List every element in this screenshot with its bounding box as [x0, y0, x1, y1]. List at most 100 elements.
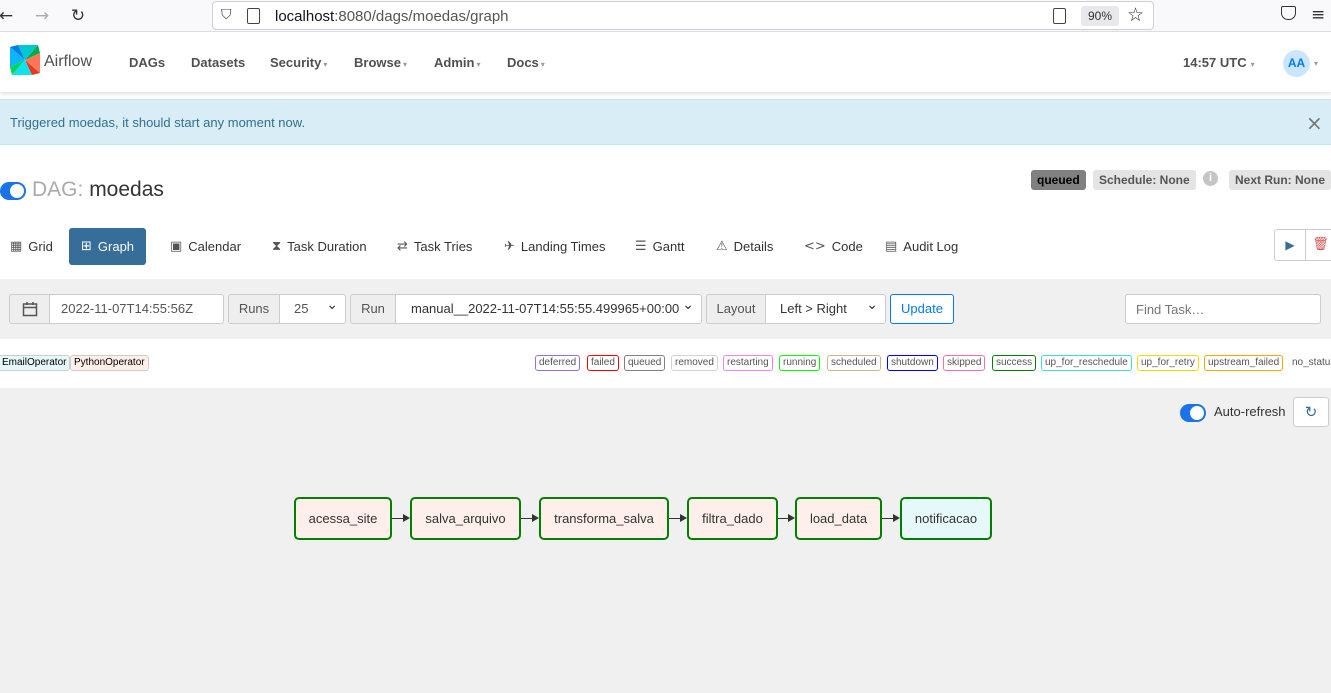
legend-python-operator[interactable]: PythonOperator [70, 355, 149, 371]
trigger-dag-play-icon[interactable]: ▶ [1275, 230, 1305, 260]
legend-email-operator[interactable]: EmailOperator [0, 355, 71, 371]
legend-state-deferred[interactable]: deferred [535, 355, 581, 371]
plane-landing-icon: ✈ [504, 239, 515, 254]
dag-run-select[interactable]: manual__2022-11-07T14:55:55.499965+00:00 [395, 291, 702, 324]
legend-state-success[interactable]: success [992, 355, 1037, 371]
pocket-icon[interactable] [1281, 6, 1296, 20]
url-text[interactable]: localhost:8080/dags/moedas/graph [275, 8, 509, 25]
tab-gantt[interactable]: ☰ Gantt [635, 228, 684, 265]
close-icon[interactable]: × [1306, 111, 1323, 135]
legend-state-up-for-retry[interactable]: up_for_retry [1137, 355, 1199, 371]
gantt-icon: ☰ [635, 239, 647, 254]
task-node-acessa-site[interactable]: acessa_site [294, 497, 392, 540]
update-button[interactable]: Update [890, 294, 954, 324]
utc-clock[interactable]: 14:57 UTC ▾ [1183, 55, 1255, 70]
calendar-icon: ▣ [170, 239, 183, 254]
hourglass-icon: ⧗ [272, 239, 282, 254]
task-node-load-data[interactable]: load_data [795, 497, 882, 540]
caret-down-icon: ▾ [476, 60, 481, 69]
dag-pause-toggle[interactable] [0, 182, 26, 200]
legend-state-queued[interactable]: queued [624, 355, 666, 371]
zoom-level[interactable]: 90% [1081, 6, 1119, 26]
address-bar[interactable]: ⛉ localhost:8080/dags/moedas/graph 90% ☆ [212, 1, 1154, 30]
shield-icon[interactable]: ⛉ [221, 7, 232, 23]
code-icon: <> [804, 239, 826, 254]
legend-state-scheduled[interactable]: scheduled [827, 355, 881, 371]
edge-arrow-icon [532, 514, 539, 522]
bookmark-star-icon[interactable]: ☆ [1127, 4, 1144, 26]
legend-state-running[interactable]: running [779, 355, 821, 371]
caret-down-icon: ▾ [402, 60, 407, 69]
tab-landing-times[interactable]: ✈ Landing Times [504, 228, 605, 265]
tab-graph[interactable]: ⊞ Graph [69, 228, 147, 265]
reload-icon[interactable]: ↻ [66, 4, 90, 28]
caret-down-icon: ▾ [323, 60, 328, 69]
page-info-icon[interactable] [247, 8, 260, 24]
tab-calendar[interactable]: ▣ Calendar [170, 228, 241, 265]
layout-select[interactable]: Left > Right [765, 291, 886, 324]
tab-task-tries[interactable]: ⇄ Task Tries [397, 228, 472, 265]
browser-toolbar: ← → ↻ ⛉ localhost:8080/dags/moedas/graph… [0, 0, 1331, 32]
edge-arrow-icon [788, 514, 795, 522]
file-icon: ▤ [885, 239, 898, 254]
airflow-navbar: Airflow DAGs Datasets Security ▾ Browse ▾ … [0, 32, 1331, 92]
nav-browse[interactable]: Browse ▾ [354, 55, 407, 70]
edge-arrow-icon [893, 514, 900, 522]
tab-details[interactable]: ⚠ Details [716, 228, 773, 265]
legend-state-up-for-reschedule[interactable]: up_for_reschedule [1041, 355, 1132, 371]
legend-state-upstream-failed[interactable]: upstream_failed [1204, 355, 1284, 371]
grid-icon: ▦ [10, 239, 23, 254]
task-node-notificacao[interactable]: notificacao [900, 497, 992, 540]
nav-security[interactable]: Security ▾ [270, 55, 327, 70]
warning-triangle-icon: ⚠ [716, 239, 728, 254]
base-date-input[interactable]: 2022-11-07T14:55:56Z [49, 294, 224, 324]
runs-label: Runs [228, 294, 280, 324]
retry-icon: ⇄ [397, 239, 408, 254]
delete-dag-trash-icon[interactable]: 🗑 [1305, 230, 1331, 260]
airflow-logo-icon[interactable] [8, 43, 42, 77]
caret-down-icon: ▾ [540, 60, 545, 69]
legend-state-no-status[interactable]: no_status [1288, 355, 1331, 371]
nav-admin[interactable]: Admin ▾ [434, 55, 480, 70]
reader-view-icon[interactable] [1053, 8, 1066, 24]
legend-state-skipped[interactable]: skipped [943, 355, 986, 371]
hamburger-menu-icon[interactable]: ≡ [1311, 5, 1325, 25]
nav-docs[interactable]: Docs ▾ [507, 55, 545, 70]
legend-state-removed[interactable]: removed [671, 355, 718, 371]
dag-graph-canvas[interactable] [0, 388, 1331, 693]
info-icon[interactable]: i [1203, 171, 1218, 186]
back-arrow-icon[interactable]: ← [0, 4, 18, 28]
refresh-icon[interactable]: ↻ [1293, 397, 1329, 427]
layout-label: Layout [706, 294, 766, 324]
legend-state-failed[interactable]: failed [587, 355, 619, 371]
edge-arrow-icon [680, 514, 687, 522]
legend-state-restarting[interactable]: restarting [723, 355, 773, 371]
task-node-salva-arquivo[interactable]: salva_arquivo [410, 497, 521, 540]
schedule-badge: Schedule: None [1093, 170, 1196, 190]
tab-audit-log[interactable]: ▤ Audit Log [885, 228, 958, 265]
auto-refresh-label: Auto-refresh [1214, 404, 1286, 419]
find-task-input[interactable] [1125, 294, 1321, 324]
run-label: Run [350, 294, 396, 324]
legend-state-shutdown[interactable]: shutdown [887, 355, 938, 371]
caret-down-icon[interactable]: ▾ [1314, 59, 1318, 68]
tab-task-duration[interactable]: ⧗ Task Duration [272, 228, 367, 265]
calendar-picker-icon[interactable] [9, 294, 50, 324]
runs-select[interactable]: 25 [279, 291, 346, 324]
next-run-badge: Next Run: None [1229, 170, 1331, 190]
auto-refresh-toggle[interactable] [1180, 404, 1206, 422]
nav-datasets[interactable]: Datasets [191, 55, 245, 70]
trigger-alert: Triggered moedas, it should start any mo… [0, 99, 1331, 145]
tab-grid[interactable]: ▦ Grid [10, 228, 53, 265]
task-node-transforma-salva[interactable]: transforma_salva [539, 497, 669, 540]
alert-message: Triggered moedas, it should start any mo… [10, 115, 306, 130]
nav-dags[interactable]: DAGs [129, 55, 165, 70]
tab-code[interactable]: <> Code [804, 228, 863, 265]
dag-title: DAG: moedas [32, 178, 164, 201]
forward-arrow-icon[interactable]: → [30, 4, 54, 28]
brand-name[interactable]: Airflow [44, 53, 92, 71]
dag-state-badge: queued [1031, 170, 1086, 190]
task-node-filtra-dado[interactable]: filtra_dado [687, 497, 778, 540]
dag-actions: ▶ 🗑 [1274, 229, 1331, 261]
user-avatar[interactable]: AA [1283, 50, 1310, 77]
